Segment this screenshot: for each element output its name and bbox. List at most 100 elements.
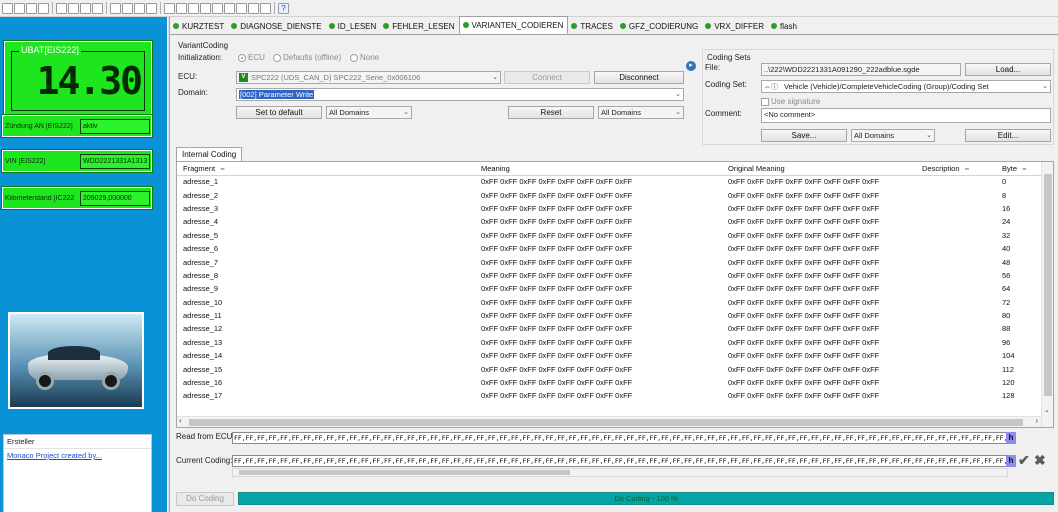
tab-kurztest[interactable]: KURZTEST [170,18,228,34]
table-row[interactable]: adresse_14 0xFF 0xFF 0xFF 0xFF 0xFF 0xFF … [177,349,1053,362]
scroll-right-icon[interactable]: › [1035,416,1038,425]
ignition-label: Zündung AN [EIS222] [5,122,73,130]
table-row[interactable]: adresse_13 0xFF 0xFF 0xFF 0xFF 0xFF 0xFF … [177,336,1053,349]
ecu-select[interactable]: V SPC222 (UDS_CAN_D) SPC222_Serie_0x0061… [236,71,501,84]
help-icon[interactable]: ? [278,2,289,14]
layout-3-icon[interactable] [134,2,145,14]
scroll-left-icon[interactable]: ‹ [179,416,182,425]
table-row[interactable]: adresse_16 0xFF 0xFF 0xFF 0xFF 0xFF 0xFF … [177,376,1053,389]
radio-ecu[interactable]: ECU [238,53,265,62]
current-hex-button[interactable]: h [1006,455,1016,467]
table-row[interactable]: adresse_4 0xFF 0xFF 0xFF 0xFF 0xFF 0xFF 0… [177,215,1053,228]
table-row[interactable]: adresse_7 0xFF 0xFF 0xFF 0xFF 0xFF 0xFF 0… [177,255,1053,268]
tab-vrx-differ[interactable]: VRX_DIFFER [702,18,768,34]
save-button[interactable]: Save... [761,129,847,142]
horizontal-scroll-thumb[interactable] [189,419,1023,426]
layout-2-icon[interactable] [122,2,133,14]
layout-1-icon[interactable] [110,2,121,14]
table-row[interactable]: adresse_8 0xFF 0xFF 0xFF 0xFF 0xFF 0xFF 0… [177,269,1053,282]
column-header[interactable]: Fragment ━ [177,162,475,176]
column-header[interactable]: Original Meaning [722,162,916,176]
current-coding-scroll-thumb[interactable] [239,470,570,475]
creator-link[interactable]: Monaco Project created by... [4,449,151,462]
comment-field[interactable]: <No comment> [761,108,1051,123]
tool-4-icon[interactable] [200,2,211,14]
table-row[interactable]: adresse_10 0xFF 0xFF 0xFF 0xFF 0xFF 0xFF … [177,296,1053,309]
tab-diagnose-dienste[interactable]: DIAGNOSE_DIENSTE [228,18,325,34]
set-default-button[interactable]: Set to default [236,106,322,119]
column-header[interactable]: Description ━ [916,162,996,176]
tool-8-icon[interactable] [248,2,259,14]
table-row[interactable]: adresse_11 0xFF 0xFF 0xFF 0xFF 0xFF 0xFF … [177,309,1053,322]
delete-icon[interactable] [92,2,103,14]
column-header-label: Meaning [481,163,510,173]
tab-label: flash [780,21,797,31]
tool-9-icon[interactable] [260,2,271,14]
table-row[interactable]: adresse_6 0xFF 0xFF 0xFF 0xFF 0xFF 0xFF 0… [177,242,1053,255]
do-coding-button[interactable]: Do Coding [176,492,234,506]
table-row[interactable]: adresse_17 0xFF 0xFF 0xFF 0xFF 0xFF 0xFF … [177,389,1053,402]
table-row[interactable]: adresse_12 0xFF 0xFF 0xFF 0xFF 0xFF 0xFF … [177,322,1053,335]
edit-button[interactable]: Edit... [965,129,1051,142]
filter-icon[interactable]: ━ [1021,167,1027,173]
save-all-icon[interactable] [38,2,49,14]
tab-fehler-lesen[interactable]: FEHLER_LESEN [380,18,458,34]
tab-gfz-codierung[interactable]: GFZ_CODIERUNG [617,18,702,34]
tab-varianten-codieren[interactable]: VARIANTEN_CODIEREN [458,16,569,34]
tab-id-lesen[interactable]: ID_LESEN [326,18,381,34]
table-row[interactable]: adresse_5 0xFF 0xFF 0xFF 0xFF 0xFF 0xFF 0… [177,229,1053,242]
filter-icon[interactable]: ━ [219,167,225,173]
tool-3-icon[interactable] [188,2,199,14]
load-button[interactable]: Load... [965,63,1051,76]
check-icon[interactable]: ✔ [1018,452,1030,469]
variant-coding-title: VariantCoding [178,41,229,50]
current-coding-scrollbar[interactable] [232,468,1008,477]
connect-button[interactable]: Connect [504,71,590,84]
table-row[interactable]: adresse_9 0xFF 0xFF 0xFF 0xFF 0xFF 0xFF 0… [177,282,1053,295]
radio-defaults[interactable]: Defaults (offline) [273,53,341,62]
table-row[interactable]: adresse_15 0xFF 0xFF 0xFF 0xFF 0xFF 0xFF … [177,362,1053,375]
close-icon[interactable]: ✖ [1034,452,1046,469]
tool-7-icon[interactable] [236,2,247,14]
use-signature-checkbox[interactable]: Use signature [761,97,820,106]
table-cell [916,255,996,268]
arrow-right-icon[interactable]: ▸ [686,61,696,71]
disconnect-button[interactable]: Disconnect [594,71,684,84]
tab-flash[interactable]: flash [768,18,801,34]
copy-icon[interactable] [68,2,79,14]
column-header[interactable]: Meaning [475,162,722,176]
tool-2-icon[interactable] [176,2,187,14]
table-cell: 0xFF 0xFF 0xFF 0xFF 0xFF 0xFF 0xFF 0xFF [481,257,633,267]
read-hex-button[interactable]: h [1006,432,1016,444]
open-icon[interactable] [14,2,25,14]
table-row[interactable]: adresse_1 0xFF 0xFF 0xFF 0xFF 0xFF 0xFF 0… [177,175,1053,188]
vertical-scroll-thumb[interactable] [1044,174,1052,396]
tab-internal-coding[interactable]: Internal Coding [176,147,243,162]
tab-traces[interactable]: TRACES [568,18,616,34]
paste-icon[interactable] [80,2,91,14]
table-row[interactable]: adresse_2 0xFF 0xFF 0xFF 0xFF 0xFF 0xFF 0… [177,188,1053,201]
current-coding-field[interactable]: FF,FF,FF,FF,FF,FF,FF,FF,FF,FF,FF,FF,FF,F… [232,455,1008,467]
horizontal-scrollbar[interactable]: ‹ › [177,416,1041,427]
table-cell: adresse_6 [183,244,219,254]
left-panel: UBAT[EIS222] 14.30 Zündung AN [EIS222] a… [0,17,167,512]
tool-6-icon[interactable] [224,2,235,14]
domains-select-1[interactable]: All Domains ⌄ [326,106,412,119]
domain-select[interactable]: [002] Parameter Write ⌄ [236,88,684,101]
vertical-scrollbar[interactable]: ⌄ [1041,162,1053,427]
reset-button[interactable]: Reset [508,106,594,119]
file-field[interactable]: ..\222\WDD2221331A091290_222adblue.sgde [761,63,961,76]
coding-set-select[interactable]: ⇔ⓘ Vehicle (Vehicle)/CompleteVehicleCodi… [761,80,1051,93]
tool-5-icon[interactable] [212,2,223,14]
radio-none[interactable]: None [350,53,379,62]
filter-icon[interactable]: ━ [964,167,969,173]
cut-icon[interactable] [56,2,67,14]
new-icon[interactable] [2,2,13,14]
scroll-down-icon[interactable]: ⌄ [1044,406,1050,414]
layout-4-icon[interactable] [146,2,157,14]
save-icon[interactable] [26,2,37,14]
coding-sets-domains-select[interactable]: All Domains ⌄ [851,129,935,142]
tool-1-icon[interactable] [164,2,175,14]
table-row[interactable]: adresse_3 0xFF 0xFF 0xFF 0xFF 0xFF 0xFF 0… [177,202,1053,215]
domains-select-2[interactable]: All Domains ⌄ [598,106,684,119]
